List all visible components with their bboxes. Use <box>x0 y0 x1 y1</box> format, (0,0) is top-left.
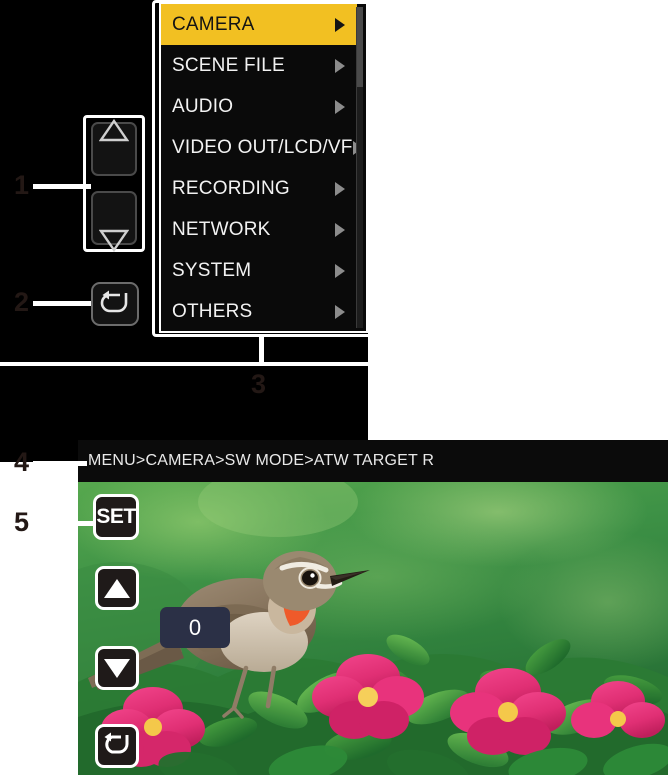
menu-item-label: RECORDING <box>172 177 290 199</box>
callout-leader-3 <box>259 337 264 365</box>
menu-scroll-down-button[interactable] <box>91 191 137 252</box>
triangle-up-icon <box>104 578 130 598</box>
menu-item-label: OTHERS <box>172 300 253 322</box>
chevron-right-icon <box>335 181 345 196</box>
menu-item-camera[interactable]: CAMERA <box>161 4 357 45</box>
chevron-right-icon <box>335 99 345 114</box>
detail-back-button[interactable] <box>95 724 139 768</box>
menu-back-button[interactable] <box>91 282 139 326</box>
menu-item-label: SCENE FILE <box>172 54 285 76</box>
menu-item-video-out-lcd-vf[interactable]: VIDEO OUT/LCD/VF <box>161 127 363 168</box>
triangle-up-icon <box>99 118 129 160</box>
menu-item-recording[interactable]: RECORDING <box>161 168 357 209</box>
menu-item-label: NETWORK <box>172 218 271 240</box>
chevron-right-icon <box>335 17 345 32</box>
menu-item-label: CAMERA <box>172 13 255 35</box>
value-increase-button[interactable] <box>95 566 139 610</box>
callout-leader-2 <box>33 301 95 306</box>
set-button[interactable]: SET <box>93 494 139 540</box>
menu-item-system[interactable]: SYSTEM <box>161 250 357 291</box>
breadcrumb-bar: MENU>CAMERA>SW MODE>ATW TARGET R <box>78 440 668 482</box>
menu-scroll-up-button[interactable] <box>91 118 137 176</box>
value-decrease-button[interactable] <box>95 646 139 690</box>
breadcrumb: MENU>CAMERA>SW MODE>ATW TARGET R <box>88 452 435 469</box>
menu-item-label: AUDIO <box>172 95 234 117</box>
main-menu-panel: CAMERA SCENE FILE AUDIO VIDEO OUT/LCD/VF… <box>159 2 368 333</box>
menu-item-audio[interactable]: AUDIO <box>161 86 357 127</box>
chevron-right-icon <box>335 222 345 237</box>
callout-number-3: 3 <box>251 369 267 399</box>
callout-leader-4 <box>33 461 87 466</box>
chevron-right-icon <box>335 304 345 319</box>
return-arrow-icon <box>100 289 130 320</box>
value-display: 0 <box>160 607 230 648</box>
callout-number-1: 1 <box>14 170 30 200</box>
menu-item-list: CAMERA SCENE FILE AUDIO VIDEO OUT/LCD/VF… <box>161 4 363 331</box>
callout-number-4: 4 <box>14 447 30 477</box>
menu-scrollbar[interactable] <box>356 7 363 328</box>
chevron-right-icon <box>335 58 345 73</box>
menu-item-network[interactable]: NETWORK <box>161 209 357 250</box>
chevron-right-icon <box>335 263 345 278</box>
value-text: 0 <box>188 614 202 640</box>
menu-item-scene-file[interactable]: SCENE FILE <box>161 45 357 86</box>
callout-leader-5 <box>33 521 98 526</box>
menu-scrollbar-thumb[interactable] <box>357 7 363 87</box>
menu-item-label: VIDEO OUT/LCD/VF <box>172 136 353 158</box>
menu-item-label: SYSTEM <box>172 259 252 281</box>
triangle-down-icon <box>99 208 129 252</box>
screenshot-root: 1 2 CAMERA SCENE FILE AUDIO VIDEO OUT/LC… <box>0 0 668 775</box>
set-button-label: SET <box>96 505 136 528</box>
triangle-down-icon <box>104 658 130 678</box>
callout-number-2: 2 <box>14 287 30 317</box>
return-arrow-icon <box>103 732 131 761</box>
menu-item-others[interactable]: OTHERS <box>161 291 357 331</box>
callout-number-5: 5 <box>14 507 30 537</box>
